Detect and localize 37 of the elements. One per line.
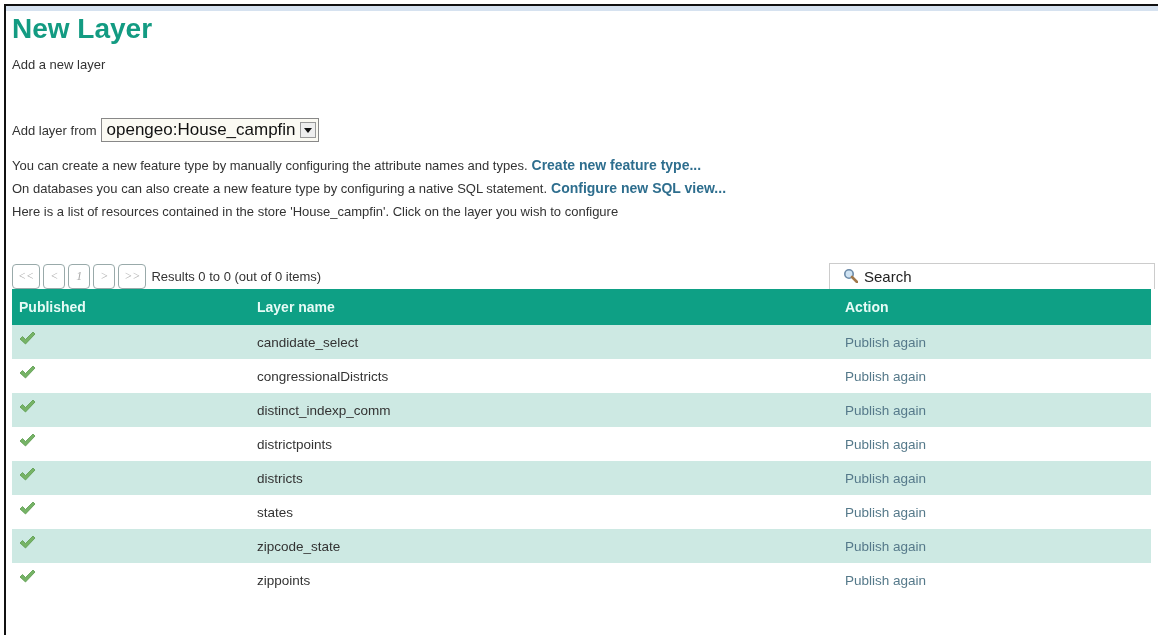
publish-link[interactable]: Publish again bbox=[845, 572, 927, 588]
layer-name: zipcode_state bbox=[257, 538, 341, 554]
layer-name: candidate_select bbox=[257, 334, 359, 350]
create-link[interactable]: Configure new SQL view... bbox=[551, 180, 727, 196]
page-title: New Layer bbox=[12, 12, 154, 46]
column-header: Published bbox=[18, 299, 87, 315]
layer-name: congressionalDistricts bbox=[257, 368, 389, 384]
publish-link[interactable]: Publish again bbox=[845, 368, 927, 384]
layer-name: distinct_indexp_comm bbox=[257, 402, 391, 418]
layer-name: states bbox=[257, 504, 294, 520]
layer-name: districts bbox=[257, 470, 303, 486]
layer-name: zippoints bbox=[257, 572, 311, 588]
info-sentence: Here is a list of resources contained in the store 'House_campfin'. Click on the layer you wish to configure bbox=[12, 203, 620, 221]
caret-icon bbox=[299, 122, 316, 138]
publish-link[interactable]: Publish again bbox=[845, 436, 927, 452]
publish-link[interactable]: Publish again bbox=[845, 470, 927, 486]
pager-button[interactable]: < bbox=[43, 264, 66, 289]
info-sentence: You can create a new feature type by manually configuring the attribute names and types. Create new feature type... bbox=[12, 156, 703, 175]
column-header: Action bbox=[845, 299, 890, 315]
info-sentence: On databases you can also create a new feature type by configuring a native SQL statement. Configure new SQL view... bbox=[12, 179, 728, 198]
column-header: Layer name bbox=[257, 299, 336, 315]
search-icon bbox=[843, 268, 858, 283]
results-summary: Results 0 to 0 (out of 0 items) bbox=[151, 269, 322, 284]
page-subtitle: Add a new layer bbox=[12, 57, 107, 73]
publish-link[interactable]: Publish again bbox=[845, 538, 927, 554]
store-dropdown[interactable]: opengeo:House_campfin bbox=[100, 118, 319, 142]
search-field[interactable]: Search bbox=[829, 263, 1155, 289]
pager-button[interactable]: << bbox=[12, 264, 41, 289]
publish-link[interactable]: Publish again bbox=[845, 334, 927, 350]
pager-button[interactable]: > bbox=[93, 264, 116, 289]
pager-button[interactable]: >> bbox=[118, 264, 147, 289]
source-label: Add layer from bbox=[12, 122, 97, 138]
layer-name: districtpoints bbox=[257, 436, 333, 452]
publish-link[interactable]: Publish again bbox=[845, 504, 927, 520]
pager-button[interactable]: 1 bbox=[68, 264, 91, 289]
create-link[interactable]: Create new feature type... bbox=[531, 157, 702, 173]
publish-link[interactable]: Publish again bbox=[845, 402, 927, 418]
